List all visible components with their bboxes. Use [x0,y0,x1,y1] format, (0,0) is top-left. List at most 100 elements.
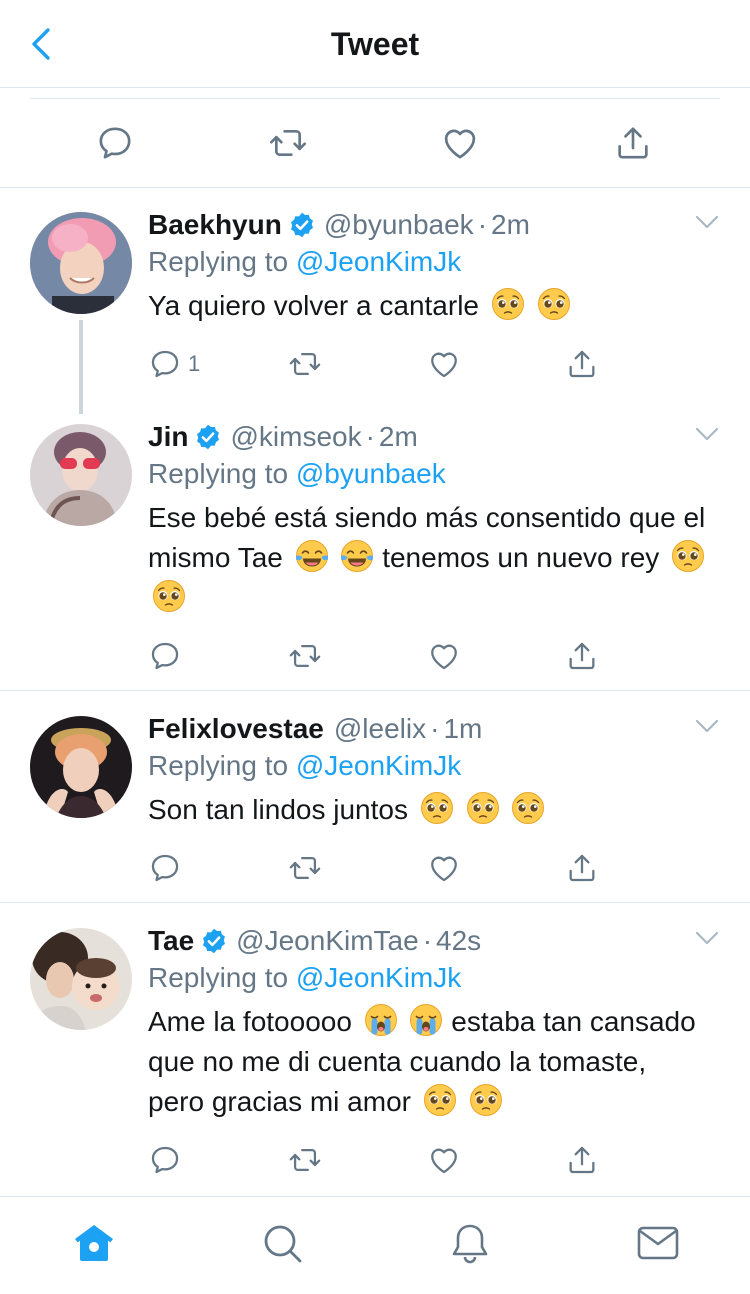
share-icon [565,851,599,885]
tweet-header: Baekhyun @byunbaek · 2m [148,208,530,242]
replying-to: Replying to @JeonKimJk [148,962,461,994]
display-name[interactable]: Jin [148,421,188,453]
tweet-header: Jin @kimseok · 2m [148,420,418,454]
pleading-face-emoji [152,579,186,613]
retweet-icon [288,347,322,381]
reply-icon [148,1143,182,1177]
like-button[interactable] [427,346,461,382]
pleading-face-emoji [466,791,500,825]
reply-tweet[interactable]: Baekhyun @byunbaek · 2m Replying to @Jeo… [0,208,750,414]
loudly-crying-face-emoji [364,1003,398,1037]
retweet-button[interactable] [288,850,322,886]
share-button[interactable] [565,1142,599,1178]
timestamp: 42s [436,925,482,956]
reply-button[interactable] [148,850,182,886]
chevron-down-icon[interactable] [694,928,720,948]
tweet-text-part: tenemos un nuevo rey [382,542,660,573]
handle[interactable]: @byunbaek [324,209,474,241]
tweet-actions [148,1142,618,1182]
tweet-text: Son tan lindos juntos [148,790,708,830]
reply-tweet[interactable]: Tae @JeonKimTae · 42s Replying to @JeonK… [0,924,750,1194]
tweet-header: Tae @JeonKimTae · 42s [148,924,481,958]
retweet-button[interactable] [288,1142,322,1178]
pleading-face-emoji [420,791,454,825]
avatar[interactable] [30,928,132,1030]
like-icon [427,639,461,673]
share-button[interactable] [565,850,599,886]
like-icon [440,123,480,163]
separator-dot: · [477,209,488,240]
tweet-text: Ya quiero volver a cantarle [148,286,708,326]
avatar[interactable] [30,212,132,314]
retweet-button[interactable] [288,346,322,382]
chevron-down-icon[interactable] [694,716,720,736]
share-icon [565,639,599,673]
chevron-down-icon[interactable] [694,424,720,444]
reply-icon [148,639,182,673]
tweet-text-part: Ame la fotooooo [148,1006,352,1037]
reply-icon [95,123,135,163]
pleading-face-emoji [469,1083,503,1117]
handle[interactable]: @leelix [334,713,426,745]
replying-label: Replying to [148,750,296,781]
share-icon [613,123,653,163]
tab-search[interactable] [260,1221,306,1267]
like-button[interactable] [427,1142,461,1178]
retweet-button[interactable] [268,123,312,167]
mention-link[interactable]: @JeonKimJk [296,750,461,781]
verified-badge-icon [200,927,228,955]
avatar[interactable] [30,424,132,526]
display-name[interactable]: Tae [148,925,194,957]
retweet-button[interactable] [288,638,322,674]
share-button[interactable] [565,638,599,674]
envelope-icon [637,1226,679,1260]
reply-button[interactable] [148,1142,182,1178]
separator-dot: · [422,925,433,956]
bell-icon [452,1224,488,1264]
replying-label: Replying to [148,246,296,277]
replying-to: Replying to @byunbaek [148,458,446,490]
pleading-face-emoji [511,791,545,825]
main-tweet-actions [0,99,750,188]
divider [0,690,750,691]
reply-tweet[interactable]: Jin @kimseok · 2m Replying to @byunbaek … [0,420,750,690]
tears-of-joy-emoji [340,539,374,573]
reply-button[interactable] [95,123,139,167]
reply-icon [148,851,182,885]
reply-button[interactable] [148,638,182,674]
share-button[interactable] [613,123,657,167]
timestamp: 1m [443,713,483,744]
tab-notifications[interactable] [448,1221,494,1267]
reply-button[interactable]: 1 [148,346,200,382]
like-button[interactable] [440,123,484,167]
avatar-image [30,212,132,314]
reply-tweet[interactable]: Felixlovestae @leelix · 1m Replying to @… [0,712,750,902]
search-icon [264,1225,302,1263]
mention-link[interactable]: @JeonKimJk [296,962,461,993]
handle[interactable]: @kimseok [230,421,361,453]
avatar-image [30,928,132,1030]
timestamp: 2m [378,421,418,452]
top-nav-bar: Tweet [0,0,750,88]
pleading-face-emoji [671,539,705,573]
like-button[interactable] [427,850,461,886]
verified-badge-icon [288,211,316,239]
tab-home[interactable] [72,1221,118,1267]
tab-messages[interactable] [636,1221,682,1267]
retweet-icon [268,123,308,163]
display-name[interactable]: Baekhyun [148,209,282,241]
avatar[interactable] [30,716,132,818]
like-button[interactable] [427,638,461,674]
tweet-text: Ese bebé está siendo más consentido que … [148,498,708,618]
chevron-down-icon[interactable] [694,212,720,232]
display-name[interactable]: Felixlovestae [148,713,324,745]
mention-link[interactable]: @byunbaek [296,458,446,489]
replying-to: Replying to @JeonKimJk [148,246,461,278]
mention-link[interactable]: @JeonKimJk [296,246,461,277]
share-icon [565,1143,599,1177]
handle[interactable]: @JeonKimTae [236,925,419,957]
divider [0,902,750,903]
share-button[interactable] [565,346,599,382]
tweet-actions [148,850,618,890]
like-icon [427,347,461,381]
